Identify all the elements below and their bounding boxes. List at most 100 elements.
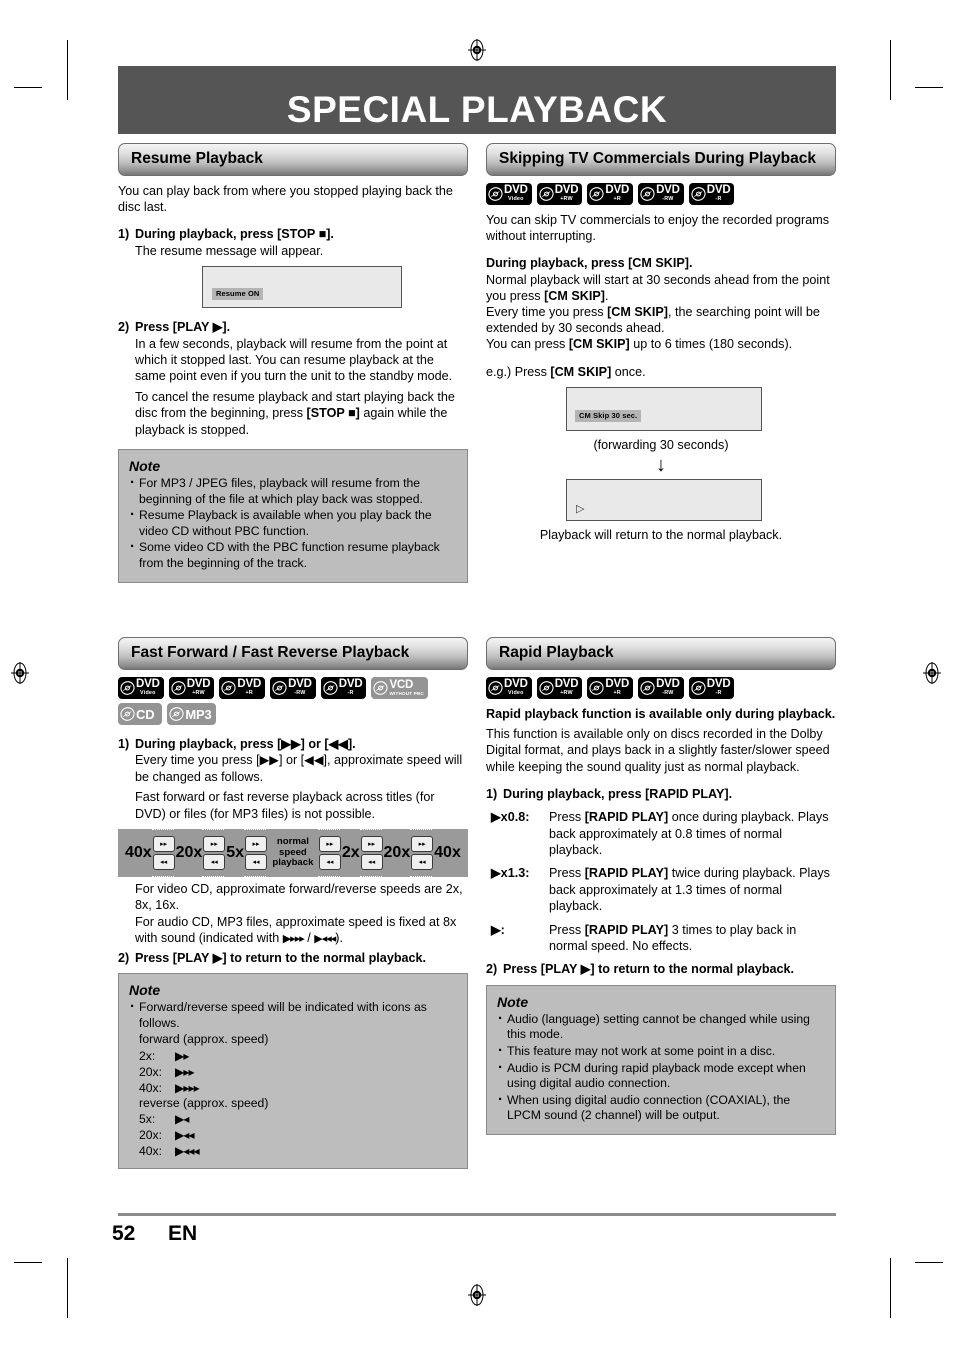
badge-sub: +R <box>613 690 621 697</box>
disc-icon <box>539 681 554 695</box>
badge-text: DVD -R <box>707 679 731 696</box>
speed-button-pair: ▸▸ ◂◂ <box>151 829 175 878</box>
disc-badge-dvd-plus-rw: DVD +RW <box>536 183 583 205</box>
section-title: Resume Playback <box>131 150 263 167</box>
section-title: Rapid Playback <box>499 644 614 661</box>
speed-label-20x-forward: 20x <box>383 844 411 862</box>
section-header-fast-forward: Fast Forward / Fast Reverse Playback <box>118 637 468 670</box>
step-text: During playback, press [STOP ■]. <box>135 227 334 242</box>
step-text: During playback, press [▶▶] or [◀◀]. <box>135 737 356 751</box>
left-column: Resume Playback You can play back from w… <box>118 143 468 583</box>
badge-main: DVD <box>504 678 528 691</box>
page-title: SPECIAL PLAYBACK <box>286 89 668 130</box>
text-bold: [CM SKIP] <box>568 337 630 352</box>
disc-badge-dvd-plus-rw: DVD +RW <box>168 677 215 699</box>
badge-text: DVD +RW <box>187 679 211 696</box>
rapid-bold-line: Rapid playback function is available onl… <box>486 707 836 721</box>
disc-icon <box>589 187 604 201</box>
ff-step-1: 1) During playback, press [▶▶] or [◀◀]. <box>118 736 468 752</box>
speed-label: 5x: <box>139 1112 156 1127</box>
step-number: 2) <box>486 962 498 977</box>
note-box-resume: Note For MP3 / JPEG files, playback will… <box>118 449 468 583</box>
rapid-intro: This function is available only on discs… <box>486 727 830 774</box>
section-header-rapid-playback: Rapid Playback <box>486 637 836 670</box>
badge-text: DVD -RW <box>656 185 680 202</box>
badge-text: DVD +R <box>605 679 629 696</box>
ff-step-2: 2) Press [PLAY ▶] to return to the norma… <box>118 950 468 966</box>
badge-text: DVD -R <box>707 185 731 202</box>
disc-icon <box>120 681 135 695</box>
rapid-mode-label: ▶: <box>491 922 505 937</box>
ff-after-para-2: For audio CD, MP3 files, approximate spe… <box>135 914 468 948</box>
rapid-mode-x08: ▶x0.8: Press [RAPID PLAY] once during pl… <box>486 809 836 858</box>
text-c: . <box>604 288 609 303</box>
fast-reverse-icon: ◂◂ <box>244 854 267 871</box>
speed-label: 20x: <box>139 1064 163 1079</box>
step-number: 2) <box>118 950 130 965</box>
note-item: Audio is PCM during rapid playback mode … <box>497 1060 826 1092</box>
fast-forward-icon: ▸▸ <box>411 836 434 853</box>
disc-badge-mp3: MP3 <box>167 703 216 725</box>
disc-badge-dvd-video: DVD Video <box>486 677 532 699</box>
step-text: During playback, press [RAPID PLAY]. <box>503 786 733 801</box>
badge-main: DVD <box>338 678 363 691</box>
speed-label: 40x: <box>139 1144 163 1159</box>
resume-step-2: 2) Press [PLAY ▶]. <box>118 319 468 335</box>
speed-label: 20x: <box>139 1128 163 1143</box>
speed-label-2x-forward: 2x <box>341 844 360 862</box>
crop-mark-right-horiz-bottom <box>915 1262 943 1263</box>
badge-sub: +R <box>245 690 253 697</box>
note-reverse-label: reverse (approx. speed) <box>139 1095 269 1110</box>
right-column-lower: Rapid Playback DVD Video DVD +RW DVD +R … <box>486 637 836 1136</box>
step-text: Press [PLAY ▶] to return to the normal p… <box>135 950 427 965</box>
text-a: Press <box>549 810 585 825</box>
disc-icon <box>691 187 706 201</box>
badge-main: DVD <box>605 678 630 691</box>
speed-button-pair: ▸▸ ◂◂ <box>317 829 341 878</box>
page-number: 52 <box>112 1222 136 1245</box>
fast-reverse-icon: ◂◂ <box>152 854 175 871</box>
disc-icon <box>640 187 655 201</box>
cm-skip-caption-1: (forwarding 30 seconds) <box>593 437 729 452</box>
section-header-resume-playback: Resume Playback <box>118 143 468 176</box>
registration-mark-left <box>9 662 31 684</box>
reverse-arrow-icon-1: ▶◂ <box>175 1112 189 1127</box>
disc-badge-vcd-without-pbc: VCD WITHOUT PBC <box>371 677 429 699</box>
screen-mock-resume: Resume ON <box>202 266 402 309</box>
osd-label-resume-on: Resume ON <box>212 288 264 301</box>
speed-button-pair: ▸▸ ◂◂ <box>410 829 434 878</box>
badge-main: VCD <box>389 678 414 691</box>
cm-skip-intro: You can skip TV commercials to enjoy the… <box>486 213 829 244</box>
disc-badge-dvd-plus-rw: DVD +RW <box>536 677 583 699</box>
badge-sub: +R <box>613 196 621 203</box>
text-a: Every time you press <box>486 305 608 320</box>
step-number: 1) <box>118 227 130 242</box>
badge-sub: Video <box>508 196 524 203</box>
note-item: Audio (language) setting cannot be chang… <box>497 1011 826 1043</box>
note-box-fast-forward: Note Forward/reverse speed will be indic… <box>118 973 468 1170</box>
rapid-mode-text: Press [RAPID PLAY] once during playback.… <box>549 809 836 858</box>
fast-forward-icon: ▸▸ <box>203 836 226 853</box>
note-list: Audio (language) setting cannot be chang… <box>497 1011 826 1124</box>
cm-skip-example: e.g.) Press [CM SKIP] once. <box>486 364 836 380</box>
disc-badge-dvd-minus-rw: DVD -RW <box>270 677 316 699</box>
badge-sub: -RW <box>662 196 674 203</box>
note-heading: Note <box>129 458 161 475</box>
step-number: 1) <box>118 737 130 751</box>
left-column-lower: Fast Forward / Fast Reverse Playback DVD… <box>118 637 468 1170</box>
disc-badge-dvd-plus-r: DVD +R <box>219 677 266 699</box>
resume-step-2-para-2: To cancel the resume playback and start … <box>135 389 468 438</box>
section-title: Skipping TV Commercials During Playback <box>499 150 816 167</box>
rapid-mode-label: ▶x0.8: <box>491 810 530 825</box>
step-text: Press [PLAY ▶]. <box>135 320 231 335</box>
speed-label: 2x: <box>139 1048 156 1063</box>
ff-after-para-1: For video CD, approximate forward/revers… <box>135 882 463 913</box>
badge-sub: +RW <box>192 690 205 697</box>
text-a: Press <box>549 866 585 881</box>
step-text: Press [PLAY ▶] to return to the normal p… <box>503 962 795 977</box>
footer-rule <box>118 1213 836 1216</box>
disc-badge-dvd-minus-r: DVD -R <box>320 677 367 699</box>
text-c: once. <box>611 364 646 379</box>
badge-sub: -RW <box>662 690 674 697</box>
fast-forward-icon: ▸▸ <box>360 836 383 853</box>
